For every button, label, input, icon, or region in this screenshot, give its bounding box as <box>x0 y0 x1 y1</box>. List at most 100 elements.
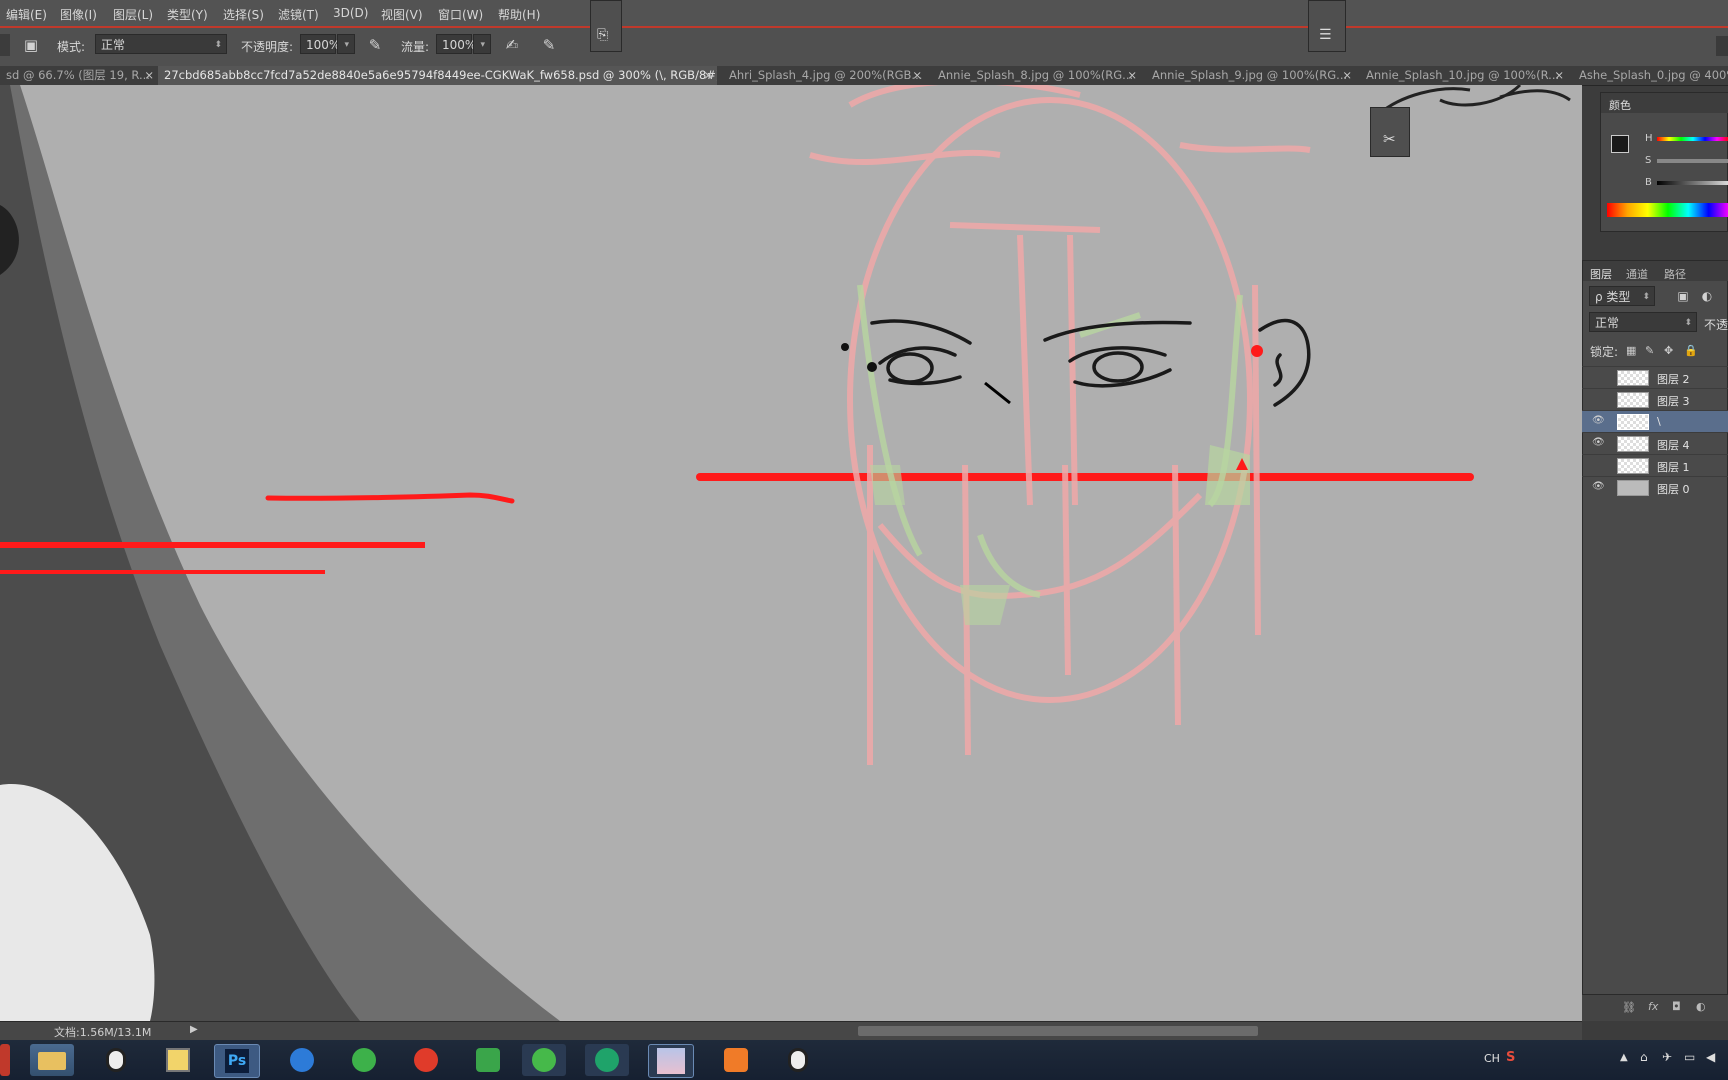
brush-panel-icon[interactable]: ▣ <box>20 34 42 56</box>
menu-image[interactable]: 图像(I) <box>60 6 97 23</box>
notepad-icon[interactable] <box>156 1044 200 1076</box>
opacity-input[interactable]: 100% <box>300 34 340 54</box>
tab-ahri-splash[interactable]: Ahri_Splash_4.jpg @ 200%(RGB... × <box>723 66 926 85</box>
brightness-slider[interactable] <box>1657 181 1728 185</box>
menu-select[interactable]: 选择(S) <box>223 6 264 23</box>
saturation-slider[interactable] <box>1657 159 1728 163</box>
close-icon[interactable]: × <box>703 66 713 85</box>
tool-preset-picker[interactable] <box>0 34 10 56</box>
iqiyi-icon[interactable] <box>585 1044 629 1076</box>
layer-filter-select[interactable]: ρ 类型 ⬍ <box>1589 286 1655 306</box>
image-viewer-icon[interactable] <box>648 1044 694 1078</box>
photoshop-icon[interactable]: Ps <box>214 1044 260 1078</box>
layer-name[interactable]: 图层 1 <box>1657 459 1690 475</box>
tab-channels[interactable]: 通道 <box>1626 266 1648 282</box>
scissors-icon[interactable]: ✂ <box>1383 130 1396 148</box>
fx-icon[interactable]: fx <box>1648 1000 1658 1013</box>
lock-all-icon[interactable]: 🔒 <box>1684 344 1698 357</box>
adjustment-icon[interactable]: ◐ <box>1696 1000 1706 1013</box>
floating-palette-2[interactable]: ☰ <box>1308 0 1346 52</box>
netease-music-icon[interactable] <box>404 1044 448 1076</box>
tray-icon[interactable]: ⌂ <box>1640 1050 1648 1064</box>
eye-icon[interactable]: 👁 <box>1592 415 1605 427</box>
tab-annie-splash-10[interactable]: Annie_Splash_10.jpg @ 100%(R... × <box>1360 66 1568 85</box>
qq-icon[interactable] <box>94 1044 138 1076</box>
close-icon[interactable]: × <box>1554 66 1564 85</box>
menu-window[interactable]: 窗口(W) <box>438 6 483 23</box>
flow-dropdown[interactable]: ▾ <box>473 34 491 54</box>
tray-icon[interactable]: ✈ <box>1662 1050 1672 1064</box>
hue-slider[interactable] <box>1657 137 1728 141</box>
menu-layer[interactable]: 图层(L) <box>113 6 153 23</box>
close-icon[interactable]: × <box>144 66 154 85</box>
color-panel-title[interactable]: 颜色 <box>1609 97 1631 113</box>
floating-tool-palette[interactable]: ✂ <box>1370 107 1410 157</box>
layer-name[interactable]: 图层 3 <box>1657 393 1690 409</box>
tab-paths[interactable]: 路径 <box>1664 266 1686 282</box>
flow-input[interactable]: 100% <box>436 34 476 54</box>
browser-green-icon[interactable] <box>342 1044 386 1076</box>
network-icon[interactable]: ▭ <box>1684 1050 1695 1064</box>
powerpoint-icon[interactable] <box>714 1044 758 1076</box>
eye-icon[interactable]: 👁 <box>1592 437 1605 449</box>
tab-document-1[interactable]: sd @ 66.7% (图层 19, R... × <box>0 66 158 85</box>
mode-label: 模式: <box>57 40 86 54</box>
eye-icon[interactable]: 👁 <box>1592 481 1605 493</box>
adjust-icon[interactable]: ☰ <box>1319 27 1332 43</box>
pressure-size-icon[interactable]: ✎ <box>538 34 560 56</box>
tab-ashe-splash[interactable]: Ashe_Splash_0.jpg @ 400% <box>1573 66 1728 85</box>
mask-icon[interactable]: ◘ <box>1672 1000 1681 1013</box>
opacity-dropdown[interactable]: ▾ <box>337 34 355 54</box>
blend-mode-select[interactable]: 正常 ⬍ <box>1589 312 1697 332</box>
menu-3d[interactable]: 3D(D) <box>333 6 368 20</box>
tab-document-active[interactable]: 27cbd685abb8cc7fcd7a52de8840e5a6e95794f8… <box>158 66 717 85</box>
tab-annie-splash-8[interactable]: Annie_Splash_8.jpg @ 100%(RG... × <box>932 66 1141 85</box>
foreground-swatch[interactable] <box>1611 135 1629 153</box>
close-icon[interactable]: × <box>912 66 922 85</box>
camtasia-icon[interactable] <box>466 1044 510 1076</box>
horizontal-scrollbar[interactable] <box>858 1026 1258 1036</box>
volume-icon[interactable]: ◀ <box>1706 1050 1715 1064</box>
menu-help[interactable]: 帮助(H) <box>498 6 540 23</box>
menu-edit[interactable]: 编辑(E) <box>6 6 47 23</box>
tab-layers[interactable]: 图层 <box>1590 266 1612 282</box>
visibility-toggle[interactable] <box>1592 459 1604 471</box>
history-icon[interactable]: ⎘ <box>597 27 608 43</box>
ime-indicator[interactable]: CH <box>1484 1052 1500 1065</box>
image-filter-icon[interactable]: ▣ <box>1672 285 1694 307</box>
lock-move-icon[interactable]: ✥ <box>1664 344 1673 357</box>
floating-palette-1[interactable]: ⎘ <box>590 0 622 52</box>
layer-name[interactable]: 图层 2 <box>1657 371 1690 387</box>
tray-expand-icon[interactable]: ▲ <box>1620 1052 1628 1063</box>
explorer-icon[interactable] <box>30 1044 74 1076</box>
tab-annie-splash-9[interactable]: Annie_Splash_9.jpg @ 100%(RG... × <box>1146 66 1356 85</box>
qq2-icon[interactable] <box>776 1044 820 1076</box>
sogou-icon[interactable]: S <box>1506 1050 1515 1065</box>
layer-opacity-label: 不透 <box>1704 318 1728 332</box>
airbrush-icon[interactable]: ✍ <box>501 34 523 56</box>
link-icon[interactable]: ⛓ <box>1622 1001 1636 1014</box>
close-icon[interactable]: × <box>1127 66 1137 85</box>
layer-name[interactable]: 图层 4 <box>1657 437 1690 453</box>
layer-name[interactable]: \ <box>1657 415 1661 428</box>
browser-icon[interactable] <box>280 1044 324 1076</box>
canvas-area[interactable]: ✂ <box>0 85 1582 1021</box>
layer-name[interactable]: 图层 0 <box>1657 481 1690 497</box>
pressure-opacity-icon[interactable]: ✎ <box>364 34 386 56</box>
color-ramp[interactable] <box>1607 203 1728 217</box>
wechat-icon[interactable] <box>522 1044 566 1076</box>
workspace-switcher[interactable] <box>1716 36 1728 56</box>
menu-filter[interactable]: 滤镜(T) <box>278 6 319 23</box>
lock-paint-icon[interactable]: ✎ <box>1645 344 1654 357</box>
menu-view[interactable]: 视图(V) <box>381 6 423 23</box>
start-button[interactable] <box>0 1044 10 1076</box>
visibility-toggle[interactable] <box>1592 393 1604 405</box>
mode-select[interactable]: 正常 ⬍ <box>95 34 227 54</box>
tab-label: Annie_Splash_10.jpg @ 100%(R... <box>1366 68 1560 82</box>
close-icon[interactable]: × <box>1342 66 1352 85</box>
lock-transparent-icon[interactable]: ▦ <box>1626 344 1636 357</box>
visibility-toggle[interactable] <box>1592 371 1604 383</box>
menu-type[interactable]: 类型(Y) <box>167 6 208 23</box>
adjustment-filter-icon[interactable]: ◐ <box>1696 285 1718 307</box>
status-menu-arrow-icon[interactable]: ▶ <box>190 1024 198 1035</box>
